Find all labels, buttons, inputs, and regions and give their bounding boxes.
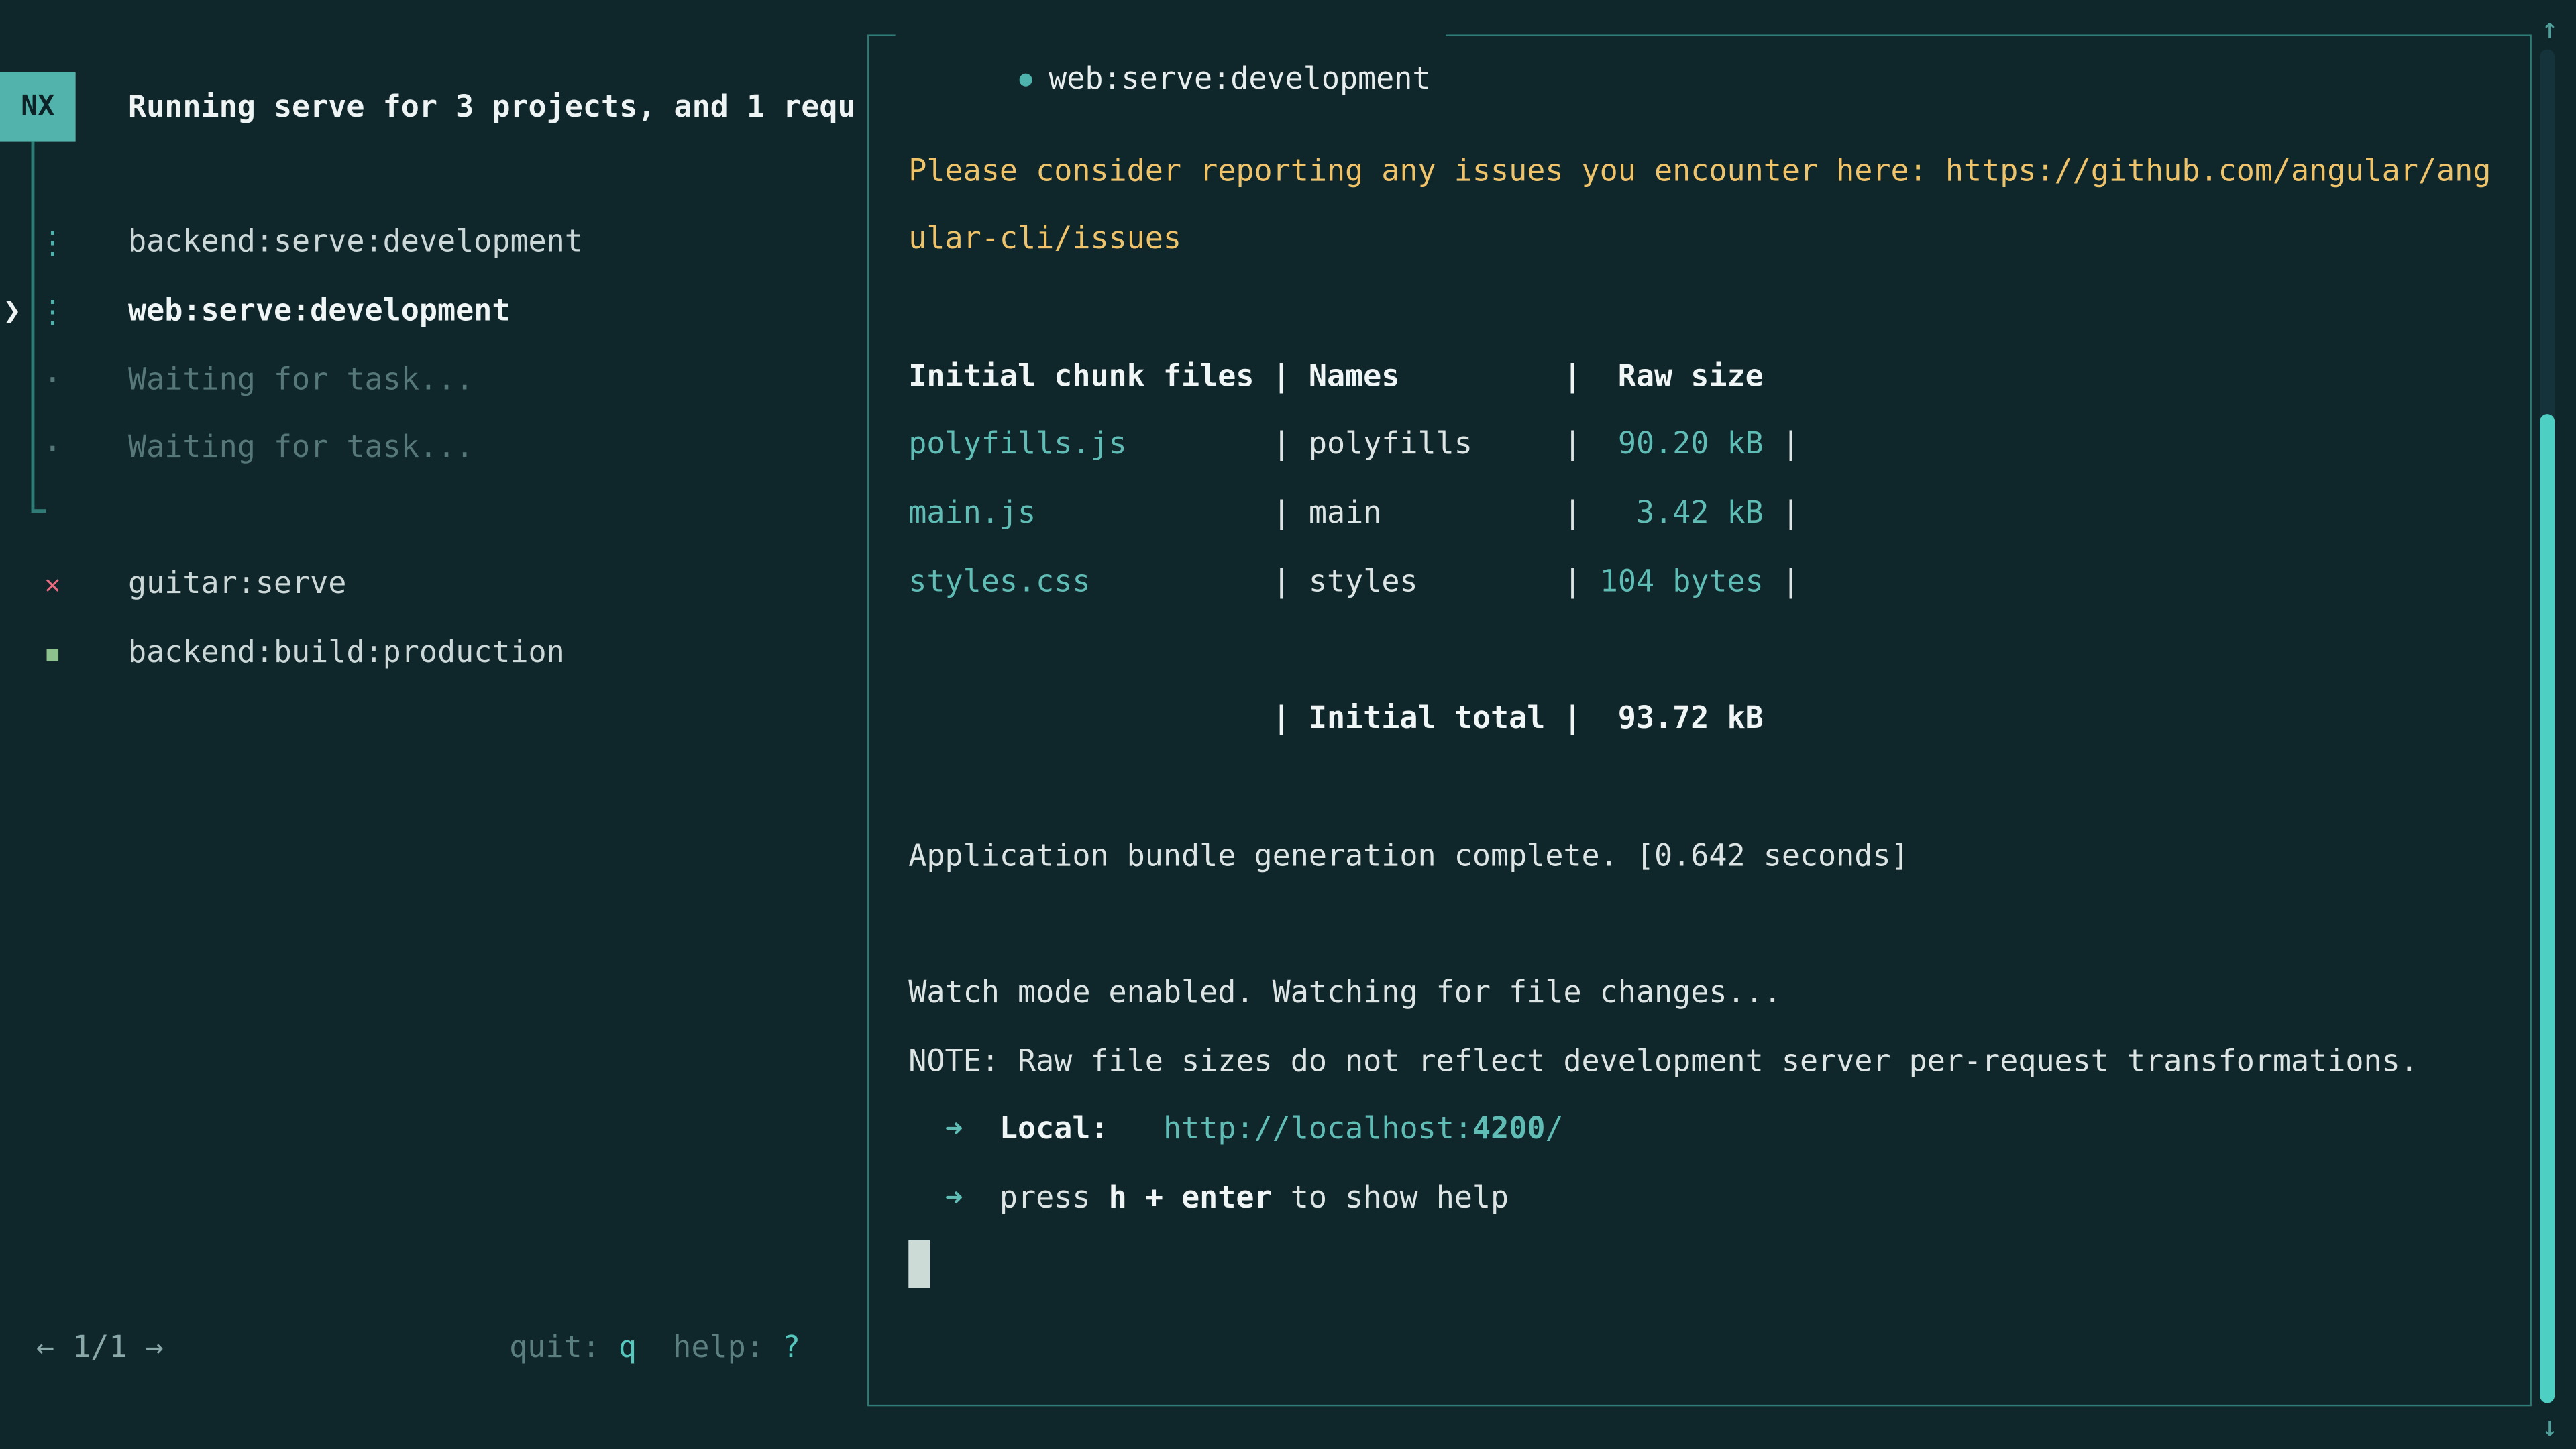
task-label: backend:build:production	[128, 636, 565, 670]
terminal-text-segment: ➜	[945, 1181, 963, 1216]
terminal-text-segment: http://localhost:	[1163, 1113, 1472, 1147]
terminal-text-segment	[963, 1113, 1000, 1147]
pagination[interactable]: ← 1/1 →	[36, 1314, 164, 1383]
task-row-waiting-for-task[interactable]: · Waiting for task...	[0, 414, 867, 482]
task-row-web-serve-development[interactable]: ❯ ⋮ web:serve:development	[0, 277, 867, 345]
task-sidebar: NX Running serve for 3 projects, and 1 r…	[0, 0, 867, 1449]
cross-icon: ✕	[36, 569, 69, 600]
terminal-text-segment: ➜	[945, 1113, 963, 1147]
terminal-text-segment: quit:	[509, 1331, 619, 1365]
terminal-line	[908, 891, 2491, 959]
keyboard-hints: quit: q help: ?	[509, 1314, 800, 1383]
terminal-text-segment: polyfills.js	[908, 428, 1126, 462]
nx-logo: NX	[0, 72, 76, 142]
terminal-text-segment: q	[619, 1331, 637, 1365]
spinner-icon: ⋮	[36, 293, 69, 329]
terminal-text-segment: 3.42 kB	[1636, 496, 1764, 531]
task-output-panel[interactable]: ●web:serve:development Please consider r…	[867, 34, 2532, 1406]
terminal-line: | Initial total | 93.72 kB	[908, 686, 2491, 754]
terminal-line: Initial chunk files | Names | Raw size	[908, 343, 2491, 411]
terminal-line: Watch mode enabled. Watching for file ch…	[908, 959, 2491, 1028]
terminal-text-segment: to show help	[1273, 1181, 1509, 1216]
terminal-text-segment: Local:	[1000, 1113, 1109, 1147]
terminal-text-segment	[1109, 1113, 1163, 1147]
terminal-line: ular-cli/issues	[908, 206, 2491, 274]
terminal-text-segment: | Initial total | 93.72 kB	[908, 702, 1763, 736]
selected-task-arrow-icon: ❯	[3, 294, 21, 328]
terminal-text-segment: /	[1545, 1113, 1563, 1147]
stopped-task-list: ✕ guitar:serve ■ backend:build:production	[0, 550, 867, 687]
terminal-text-segment: Please consider reporting any issues you…	[908, 154, 2491, 188]
square-icon: ■	[36, 641, 69, 664]
terminal-text-segment: press	[963, 1181, 1109, 1216]
task-label: Waiting for task...	[128, 363, 474, 397]
terminal-text-segment: help:	[637, 1331, 782, 1365]
scroll-down-icon[interactable]: ↓	[2532, 1409, 2568, 1446]
task-row-backend-build-production[interactable]: ■ backend:build:production	[0, 619, 867, 688]
terminal-line	[908, 274, 2491, 343]
sidebar-title: Running serve for 3 projects, and 1 requ	[128, 84, 857, 133]
terminal-line: styles.css | styles | 104 bytes |	[908, 549, 2491, 617]
terminal-text-segment: | styles |	[1090, 565, 1599, 599]
terminal-line	[908, 617, 2491, 686]
terminal-text-segment: Application bundle generation complete. …	[908, 839, 1909, 873]
terminal-text-segment: | main |	[1036, 496, 1636, 531]
terminal-text-segment: Watch mode enabled. Watching for file ch…	[908, 976, 1782, 1010]
terminal-text-segment	[908, 1113, 945, 1147]
terminal-line: ➜ press h + enter to show help	[908, 1165, 2491, 1233]
terminal-output: Please consider reporting any issues you…	[908, 69, 2491, 1302]
scroll-up-icon[interactable]: ↑	[2532, 11, 2568, 48]
terminal-text-segment: |	[1764, 496, 1800, 531]
dot-icon: ·	[36, 360, 69, 400]
scrollbar-thumb[interactable]	[2540, 414, 2555, 1403]
terminal-text-segment: 104 bytes	[1600, 565, 1764, 599]
task-label: web:serve:development	[128, 294, 510, 328]
task-label: guitar:serve	[128, 568, 346, 602]
terminal-line: main.js | main | 3.42 kB |	[908, 480, 2491, 548]
terminal-text-segment: main.js	[908, 496, 1036, 531]
dot-icon: ·	[36, 429, 69, 468]
terminal-line: Please consider reporting any issues you…	[908, 138, 2491, 206]
task-list: ⋮ backend:serve:development ❯ ⋮ web:serve:de…	[0, 209, 867, 482]
terminal-line: NOTE: Raw file sizes do not reflect deve…	[908, 1028, 2491, 1096]
terminal-text-segment: 4200	[1472, 1113, 1545, 1147]
terminal-line: Application bundle generation complete. …	[908, 822, 2491, 891]
task-row-guitar-serve[interactable]: ✕ guitar:serve	[0, 550, 867, 619]
terminal-text-segment: Initial chunk files | Names | Raw size	[908, 360, 1763, 394]
terminal-text-segment	[908, 1181, 945, 1216]
terminal-text-segment: |	[1764, 428, 1800, 462]
terminal-line: ➜ Local: http://localhost:4200/	[908, 1096, 2491, 1165]
terminal-line: polyfills.js | polyfills | 90.20 kB |	[908, 411, 2491, 480]
task-row-backend-serve-development[interactable]: ⋮ backend:serve:development	[0, 209, 867, 277]
terminal-screen: NX Running serve for 3 projects, and 1 r…	[0, 0, 2576, 1449]
terminal-text-segment: styles.css	[908, 565, 1090, 599]
terminal-text-segment: h + enter	[1109, 1181, 1273, 1216]
terminal-cursor	[908, 1240, 930, 1288]
terminal-line	[908, 754, 2491, 822]
task-row-waiting-for-task[interactable]: · Waiting for task...	[0, 345, 867, 414]
terminal-text-segment: ular-cli/issues	[908, 223, 1181, 257]
task-label: Waiting for task...	[128, 431, 474, 466]
terminal-text-segment: ?	[782, 1331, 800, 1365]
terminal-line	[908, 69, 2491, 138]
terminal-text-segment: 90.20 kB	[1618, 428, 1764, 462]
task-label: backend:serve:development	[128, 225, 583, 260]
terminal-line	[908, 1233, 2491, 1301]
spinner-icon: ⋮	[36, 225, 69, 261]
terminal-text-segment: NOTE: Raw file sizes do not reflect deve…	[908, 1044, 2418, 1079]
terminal-text-segment: |	[1764, 565, 1800, 599]
terminal-text-segment: | polyfills |	[1127, 428, 1618, 462]
